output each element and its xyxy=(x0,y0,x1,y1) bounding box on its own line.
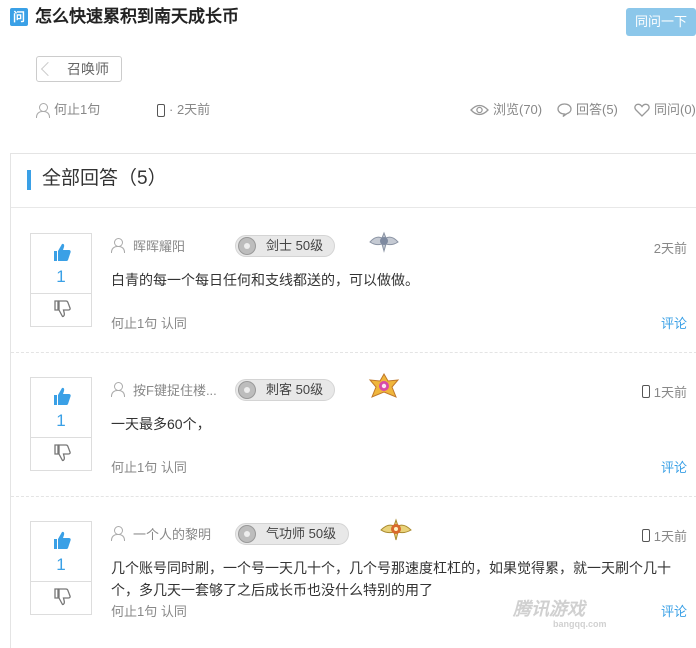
vote-count: 1 xyxy=(56,555,66,574)
answer-endorsement: 何止1句 认同 xyxy=(111,316,187,331)
answer-author[interactable]: 一个人的黎明 xyxy=(111,524,211,543)
comment-link[interactable]: 评论 xyxy=(661,313,687,332)
phone-icon xyxy=(641,529,650,542)
thumbs-up-icon xyxy=(54,243,71,261)
thumbs-down-icon xyxy=(54,588,71,606)
upvote-button[interactable]: 1 xyxy=(31,234,91,294)
same-ask-text: 同问(0) xyxy=(654,102,696,117)
views-text: 浏览(70) xyxy=(493,102,543,117)
user-icon xyxy=(36,102,50,118)
downvote-button[interactable] xyxy=(31,582,91,614)
question-badge: 问 xyxy=(10,8,28,26)
user-icon xyxy=(111,238,125,253)
watermark-main: 腾讯游戏 xyxy=(513,599,585,619)
upvote-button[interactable]: 1 xyxy=(31,522,91,582)
user-icon xyxy=(111,382,125,397)
vote-count: 1 xyxy=(56,267,66,286)
level-badge: 剑士 50级 xyxy=(235,235,335,257)
phone-icon xyxy=(641,385,650,398)
question-time-text: · 2天前 xyxy=(169,102,211,117)
answer-author[interactable]: 晖晖耀阳 xyxy=(111,236,185,255)
user-icon xyxy=(111,526,125,541)
level-text: 剑士 50级 xyxy=(266,238,324,253)
answer-time: 2天前 xyxy=(653,241,687,256)
vote-box: 1 xyxy=(30,521,92,615)
answers-section: 全部回答（5） 1 晖晖耀阳 剑士 50级 2天前 白青的每一个每日任何和支线都… xyxy=(10,153,696,648)
heart-icon xyxy=(634,103,650,117)
answers-count[interactable]: 回答(5) xyxy=(557,100,618,120)
answer-endorsement: 何止1句 认同 xyxy=(111,460,187,475)
site-watermark: 腾讯游戏 bangqq.com xyxy=(513,595,607,629)
answers-section-title: 全部回答（5） xyxy=(42,168,167,189)
class-gear-icon xyxy=(238,237,256,255)
level-text: 气功师 50级 xyxy=(266,526,337,541)
answer-time-text: 1天前 xyxy=(653,529,687,544)
comment-link[interactable]: 评论 xyxy=(661,457,687,476)
answer-endorsement: 何止1句 认同 xyxy=(111,604,187,619)
rank-emblem-icon xyxy=(369,231,399,253)
question-tag[interactable]: 召唤师 xyxy=(36,56,122,82)
level-text: 刺客 50级 xyxy=(266,382,324,397)
question-author-name: 何止1句 xyxy=(54,102,101,117)
answer-time: 1天前 xyxy=(641,382,687,401)
answer-item: 1 按F键捉住楼... 刺客 50级 1天前 一天最多60个， 何止1句 认同 … xyxy=(11,353,696,497)
eye-icon xyxy=(470,104,489,116)
question-title: 怎么快速累积到南天成长币 xyxy=(35,7,239,26)
answer-time-text: 1天前 xyxy=(653,385,687,400)
speech-bubble-icon xyxy=(557,103,572,117)
vote-box: 1 xyxy=(30,377,92,471)
vote-box: 1 xyxy=(30,233,92,327)
answer-author-name: 按F键捉住楼... xyxy=(133,383,217,398)
answer-body: 一天最多60个， xyxy=(111,416,211,432)
level-badge: 气功师 50级 xyxy=(235,523,349,545)
comment-link[interactable]: 评论 xyxy=(661,601,687,620)
vote-count: 1 xyxy=(56,411,66,430)
class-gear-icon xyxy=(238,525,256,543)
question-time: · 2天前 xyxy=(157,100,210,120)
answers-text: 回答(5) xyxy=(576,102,618,117)
rank-emblem-icon xyxy=(380,518,412,541)
thumbs-down-icon xyxy=(54,300,71,318)
answer-author-name: 一个人的黎明 xyxy=(133,527,212,542)
same-question-button[interactable]: 同问一下 xyxy=(626,8,696,36)
thumbs-up-icon xyxy=(54,387,71,405)
downvote-button[interactable] xyxy=(31,294,91,326)
same-ask-count[interactable]: 同问(0) xyxy=(634,100,696,120)
watermark-sub: bangqq.com xyxy=(553,619,607,629)
question-author[interactable]: 何止1句 xyxy=(36,100,100,120)
answer-author[interactable]: 按F键捉住楼... xyxy=(111,380,217,399)
section-accent-bar xyxy=(27,170,31,190)
rank-emblem-icon xyxy=(368,373,400,398)
answer-body: 白青的每一个每日任何和支线都送的，可以做做。 xyxy=(111,272,419,288)
answer-item: 1 晖晖耀阳 剑士 50级 2天前 白青的每一个每日任何和支线都送的，可以做做。… xyxy=(11,209,696,353)
answer-time: 1天前 xyxy=(641,526,687,545)
thumbs-down-icon xyxy=(54,444,71,462)
answer-author-name: 晖晖耀阳 xyxy=(133,239,186,254)
question-header: 问 怎么快速累积到南天成长币 同问一下 xyxy=(10,6,696,36)
answers-header: 全部回答（5） xyxy=(11,154,696,208)
level-badge: 刺客 50级 xyxy=(235,379,335,401)
class-gear-icon xyxy=(238,381,256,399)
thumbs-up-icon xyxy=(54,531,71,549)
upvote-button[interactable]: 1 xyxy=(31,378,91,438)
downvote-button[interactable] xyxy=(31,438,91,470)
phone-icon xyxy=(157,103,165,117)
views-count: 浏览(70) xyxy=(470,100,542,120)
